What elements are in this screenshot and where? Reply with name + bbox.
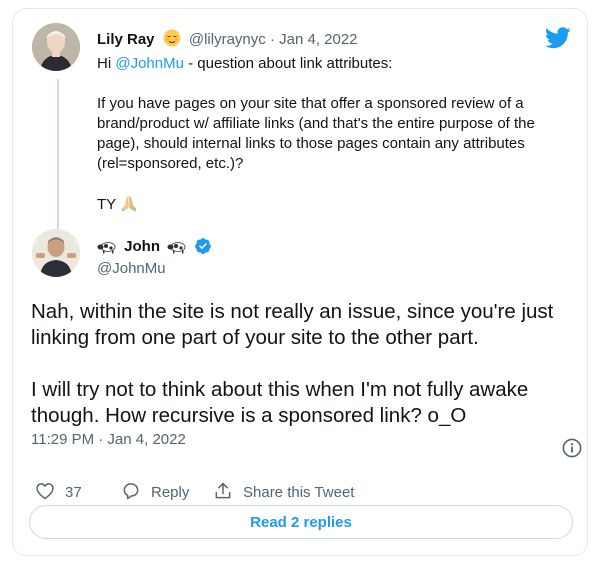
mention-link[interactable]: @JohnMu (115, 55, 184, 72)
cow-emoji (97, 238, 117, 255)
like-button[interactable]: 37 (35, 481, 82, 501)
greeting-prefix: Hi (97, 55, 116, 72)
heart-icon (36, 483, 54, 500)
reply-author-handle[interactable]: @lilyraynyc (189, 31, 266, 48)
reply-button[interactable]: Reply (121, 481, 189, 501)
folded-hands-emoji (120, 194, 138, 218)
reply-closing: TY (97, 194, 567, 218)
reply-paragraph: If you have pages on your site that offe… (97, 95, 535, 172)
john-avatar[interactable] (32, 229, 80, 277)
reply-header: Lily Ray @lilyraynyc · Jan 4, 2022 (97, 29, 358, 51)
tweet-card: Lily Ray @lilyraynyc · Jan 4, 2022 Hi @J… (12, 8, 588, 556)
thread-connector-line (57, 79, 59, 229)
header-separator: · (269, 31, 275, 48)
share-button[interactable]: Share this Tweet (213, 481, 354, 501)
reply-label: Reply (151, 484, 190, 501)
lily-ray-avatar[interactable] (32, 23, 80, 71)
relieved-face-emoji (163, 29, 181, 51)
tweet-author-name-row: John (97, 237, 212, 255)
tweet-text-paragraph-2: I will try not to think about this when … (31, 378, 529, 427)
like-count: 37 (65, 484, 82, 501)
read-replies-button[interactable]: Read 2 replies (29, 505, 573, 539)
greeting-suffix: - question about link attributes: (183, 55, 393, 72)
closing-text: TY (97, 196, 117, 213)
verified-badge-icon (195, 238, 212, 254)
reply-author-name[interactable]: Lily Ray (97, 31, 155, 48)
reply-date[interactable]: Jan 4, 2022 (279, 31, 357, 48)
tweet-timestamp[interactable]: 11:29 PM · Jan 4, 2022 (31, 431, 186, 448)
share-icon (215, 482, 231, 499)
reply-greeting: Hi @JohnMu - question about link attribu… (97, 54, 567, 74)
reply-bubble-icon (123, 483, 139, 500)
tweet-text-paragraph-1: Nah, within the site is not really an is… (31, 300, 554, 349)
reply-text: Hi @JohnMu - question about link attribu… (97, 54, 567, 218)
twitter-logo-icon[interactable] (545, 27, 571, 49)
cow-emoji (167, 238, 187, 255)
info-icon[interactable] (562, 438, 582, 458)
share-label: Share this Tweet (243, 484, 355, 501)
tweet-text: Nah, within the site is not really an is… (31, 299, 581, 429)
tweet-author-name[interactable]: John (124, 238, 160, 255)
tweet-author-handle[interactable]: @JohnMu (97, 260, 166, 277)
